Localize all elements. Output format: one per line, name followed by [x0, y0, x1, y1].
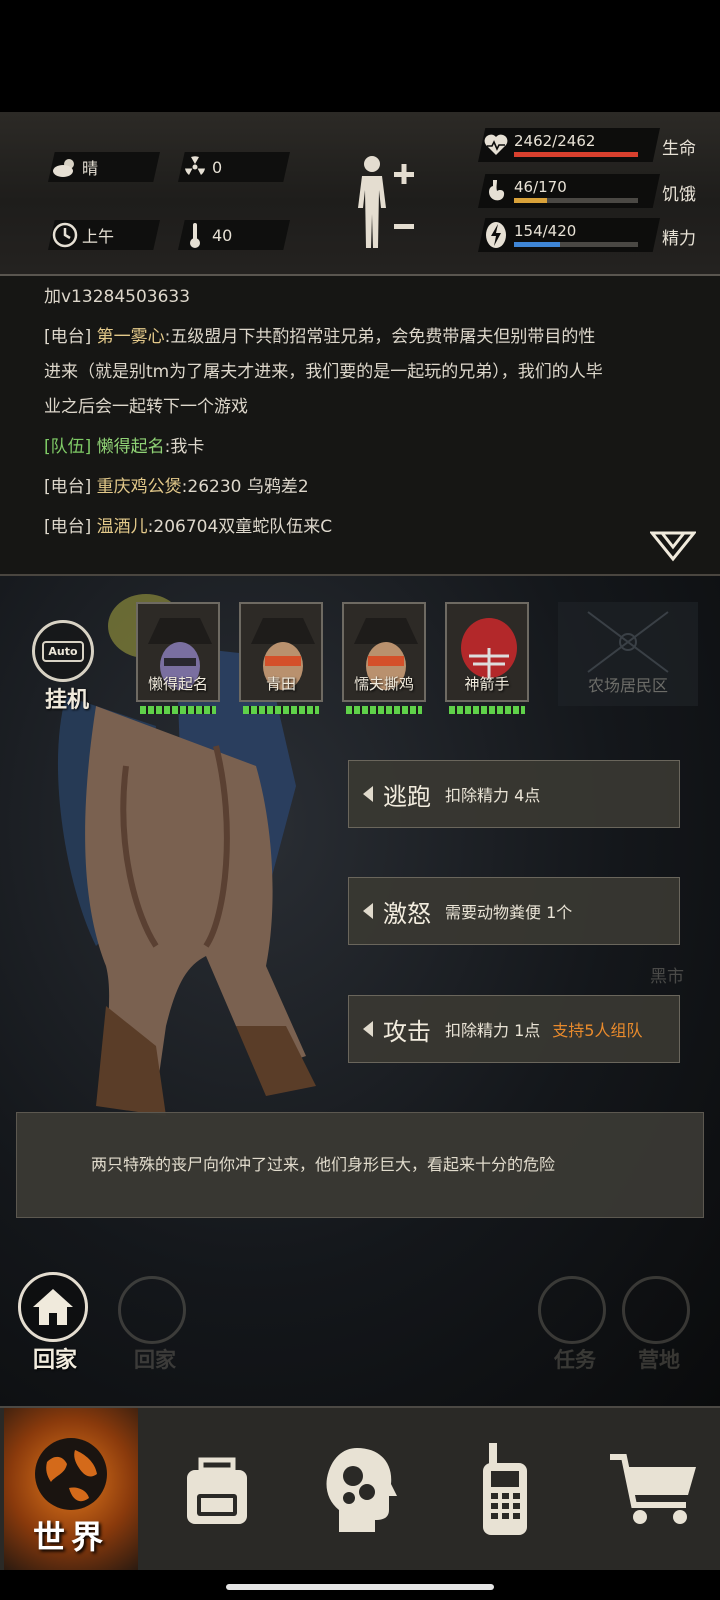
team-member-portrait: 懦夫撕鸡	[342, 602, 426, 702]
go-home-label: 回家	[32, 1348, 77, 1373]
energy-stat: 154/420 精力	[478, 218, 710, 252]
skills-head-icon	[326, 1448, 397, 1532]
black-market-label: 黑市	[650, 967, 684, 987]
chat-sender[interactable]: 温酒儿	[97, 517, 148, 537]
go-home-button[interactable]: 回家	[18, 1272, 96, 1373]
team-member-portrait: 神箭手	[445, 602, 529, 702]
radiation-indicator: 0	[178, 152, 290, 182]
chat-panel[interactable]: 加v13284503633 [电台] 第一雾心:五级盟月下共酌招常驻兄弟，会免费…	[0, 276, 720, 576]
time-indicator: 上午	[48, 220, 160, 250]
nav-shop-tab[interactable]	[594, 1408, 714, 1570]
health-stat: 2462/2462 生命	[478, 128, 710, 162]
temperature-value: 40	[212, 225, 233, 245]
attack-action-button[interactable]: 攻击 扣除精力 1点 支持5人组队	[348, 995, 680, 1063]
team-member-health-bar	[346, 706, 422, 714]
ghost-camp-button: 营地	[622, 1276, 696, 1376]
chat-line: [队伍] 懒得起名:我卡	[44, 437, 205, 457]
auto-battle-button[interactable]: Auto 挂机	[32, 620, 102, 713]
ghost-task-button: 任务	[538, 1276, 612, 1376]
team-member-health-bar	[449, 706, 525, 714]
nav-backpack-tab[interactable]	[162, 1408, 272, 1570]
health-value: 2462/2462	[514, 132, 596, 150]
time-value: 上午	[82, 227, 115, 246]
energy-label: 精力	[662, 229, 696, 249]
team-member-slot[interactable]: 懒得起名	[136, 602, 220, 718]
cloud-sun-icon	[48, 152, 82, 182]
chat-line: 加v13284503633	[44, 287, 191, 307]
cart-icon	[610, 1454, 696, 1524]
chat-line: 业之后会一起转下一个游戏	[44, 397, 248, 417]
temperature-indicator: 40	[178, 220, 290, 250]
radio-icon	[483, 1443, 527, 1535]
locked-location-slot: 农场居民区	[558, 602, 698, 706]
stomach-icon	[482, 176, 510, 206]
chat-sender[interactable]: 第一雾心	[97, 327, 165, 347]
weather-value: 晴	[82, 159, 99, 178]
team-member-slot[interactable]: 神箭手	[445, 602, 529, 718]
nav-radio-tab[interactable]	[450, 1408, 560, 1570]
team-member-slot[interactable]: 青田	[239, 602, 323, 718]
team-member-portrait: 懒得起名	[136, 602, 220, 702]
ghost-home-button: 回家	[118, 1276, 192, 1376]
triangle-left-icon	[363, 1021, 373, 1037]
hunger-label: 饥饿	[662, 185, 696, 205]
backpack-icon	[187, 1457, 247, 1524]
battle-message-text: 两只特殊的丧尸向你冲了过来，他们身形巨大，看起来十分的危险	[91, 1155, 556, 1174]
chat-sender[interactable]: 重庆鸡公煲	[97, 477, 182, 497]
player-hud: 晴 0 上午 40 2462/2462 生命 46/170 饥饿 154/420…	[0, 112, 720, 276]
nav-world-label: 世界	[32, 1518, 109, 1556]
chat-line: [电台] 重庆鸡公煲:26230 乌鸦差2	[44, 477, 309, 497]
bottom-navigation: 世界	[0, 1406, 720, 1570]
hunger-value: 46/170	[514, 178, 567, 196]
energy-bar-fill	[514, 242, 560, 247]
chat-sender[interactable]: 懒得起名	[97, 437, 165, 457]
team-member-health-bar	[140, 706, 216, 714]
triangle-left-icon	[363, 786, 373, 802]
radiation-icon	[178, 152, 212, 182]
lightning-icon	[482, 220, 510, 250]
clock-icon	[48, 220, 82, 250]
house-icon	[33, 1289, 73, 1325]
battle-message-box: 两只特殊的丧尸向你冲了过来，他们身形巨大，看起来十分的危险	[16, 1112, 704, 1218]
battle-scene: Auto 挂机 懒得起名 青田 懦夫撕鸡 神箭手 农场居民区 黑市 逃跑 扣除精…	[0, 576, 720, 1406]
nav-skills-tab[interactable]	[306, 1408, 416, 1570]
triangle-left-icon	[363, 903, 373, 919]
provoke-action-button[interactable]: 激怒 需要动物粪便 1个	[348, 877, 680, 945]
auto-icon: Auto	[42, 640, 84, 662]
body-status-button[interactable]	[350, 152, 420, 252]
hunger-bar-fill	[514, 198, 548, 203]
hunger-stat: 46/170 饥饿	[478, 174, 710, 208]
chat-line: 进来（就是别tm为了屠夫才进来，我们要的是一起玩的兄弟），我们的人毕	[44, 362, 603, 382]
system-status-bar	[0, 0, 720, 112]
chat-line: [电台] 第一雾心:五级盟月下共酌招常驻兄弟，会免费带屠夫但别带目的性	[44, 327, 596, 347]
globe-icon	[35, 1438, 107, 1510]
system-home-indicator[interactable]	[226, 1584, 494, 1590]
energy-value: 154/420	[514, 222, 577, 240]
auto-battle-label: 挂机	[44, 688, 89, 713]
heart-icon	[482, 130, 510, 160]
chat-line: [电台] 温酒儿:206704双童蛇队伍来C	[44, 517, 333, 537]
team-member-slot[interactable]: 懦夫撕鸡	[342, 602, 426, 718]
team-member-health-bar	[243, 706, 319, 714]
nav-world-tab[interactable]: 世界	[4, 1408, 138, 1570]
thermometer-icon	[178, 220, 212, 250]
health-label: 生命	[662, 139, 696, 159]
weather-indicator: 晴	[48, 152, 160, 182]
team-member-portrait: 青田	[239, 602, 323, 702]
health-bar-fill	[514, 152, 638, 157]
flee-action-button[interactable]: 逃跑 扣除精力 4点	[348, 760, 680, 828]
radiation-value: 0	[212, 157, 223, 177]
chevron-down-icon[interactable]	[648, 529, 698, 563]
